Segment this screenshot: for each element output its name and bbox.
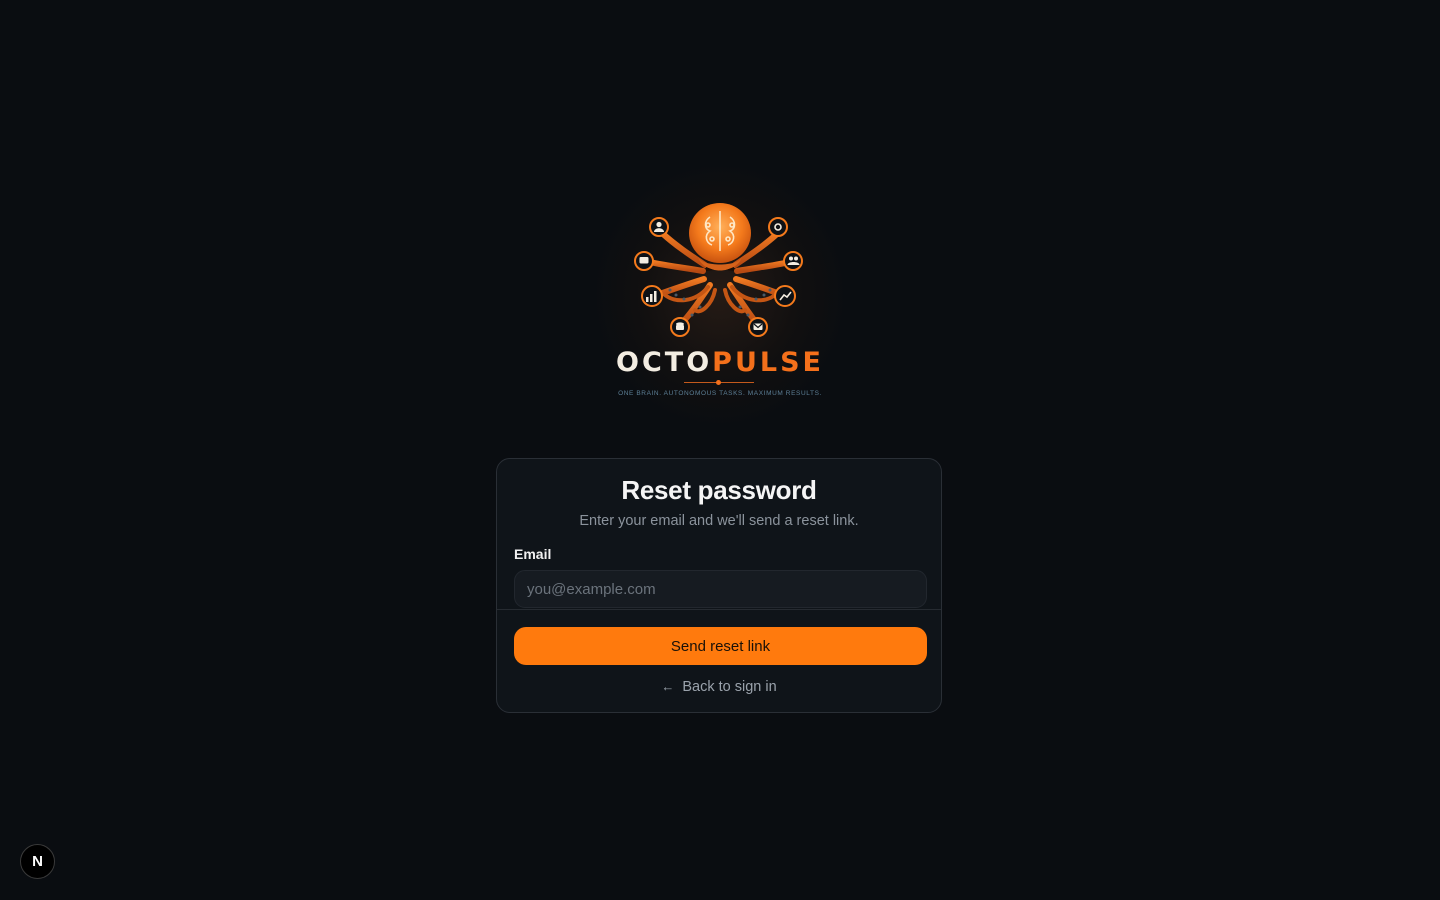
card-title: Reset password [621, 475, 817, 505]
brand-name-part2: PULSE [712, 347, 824, 378]
back-to-sign-in-label: Back to sign in [682, 679, 777, 695]
brand-name-part1: OCTO [616, 347, 713, 378]
brand-divider-dot [716, 380, 721, 385]
card-subtitle: Enter your email and we'll send a reset … [579, 513, 859, 529]
email-label: Email [514, 546, 552, 562]
send-reset-link-button[interactable]: Send reset link [514, 627, 927, 665]
email-input[interactable] [514, 570, 927, 608]
brand-wordmark: OCTOPULSE [600, 345, 840, 381]
reset-password-card: Reset password Enter your email and we'l… [496, 458, 942, 713]
card-divider [497, 609, 941, 610]
page: OCTOPULSE ONE BRAIN. AUTONOMOUS TASKS. M… [0, 0, 1440, 900]
brand-tagline: ONE BRAIN. AUTONOMOUS TASKS. MAXIMUM RES… [618, 390, 822, 397]
nextjs-badge-label: N [32, 853, 43, 870]
nextjs-icon[interactable]: N [20, 844, 55, 879]
back-to-sign-in-link[interactable]: ← Back to sign in [497, 679, 941, 695]
arrow-left-icon: ← [661, 679, 675, 694]
